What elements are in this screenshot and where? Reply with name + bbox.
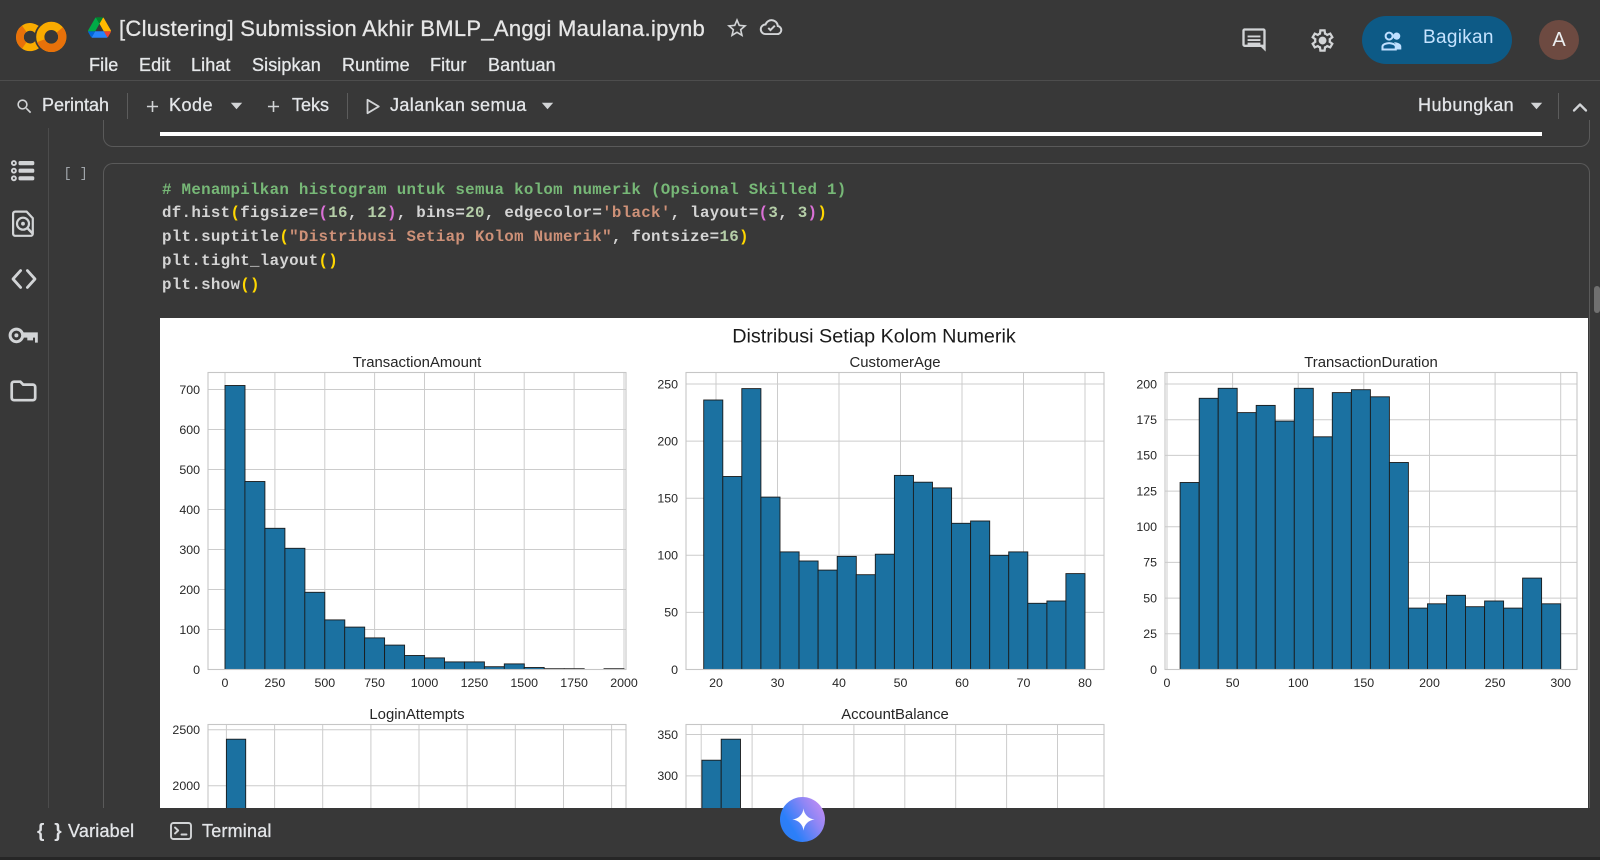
svg-text:200: 200 <box>1419 676 1440 690</box>
svg-text:70: 70 <box>1017 676 1031 690</box>
svg-text:100: 100 <box>657 549 678 563</box>
svg-text:100: 100 <box>1136 520 1157 534</box>
svg-text:600: 600 <box>179 423 200 437</box>
svg-text:50: 50 <box>664 606 678 620</box>
svg-text:75: 75 <box>1143 556 1157 570</box>
svg-text:300: 300 <box>179 543 200 557</box>
svg-text:0: 0 <box>1150 663 1157 677</box>
svg-text:LoginAttempts: LoginAttempts <box>369 707 464 723</box>
svg-text:Distribusi Setiap Kolom Numeri: Distribusi Setiap Kolom Numerik <box>732 326 1016 348</box>
svg-text:TransactionAmount: TransactionAmount <box>353 355 482 371</box>
svg-text:350: 350 <box>657 728 678 742</box>
svg-text:50: 50 <box>1226 676 1240 690</box>
svg-text:175: 175 <box>1136 413 1157 427</box>
svg-text:40: 40 <box>832 676 846 690</box>
svg-text:AccountBalance: AccountBalance <box>841 707 949 723</box>
svg-text:700: 700 <box>179 383 200 397</box>
svg-text:100: 100 <box>179 623 200 637</box>
svg-text:CustomerAge: CustomerAge <box>849 355 940 371</box>
svg-text:1500: 1500 <box>510 676 538 690</box>
svg-text:50: 50 <box>1143 591 1157 605</box>
svg-text:60: 60 <box>955 676 969 690</box>
svg-text:150: 150 <box>1136 449 1157 463</box>
svg-text:500: 500 <box>314 676 335 690</box>
svg-text:125: 125 <box>1136 484 1157 498</box>
svg-text:300: 300 <box>657 769 678 783</box>
svg-text:2000: 2000 <box>610 676 638 690</box>
svg-text:200: 200 <box>179 583 200 597</box>
svg-text:100: 100 <box>1288 676 1309 690</box>
svg-text:0: 0 <box>1164 676 1171 690</box>
svg-text:250: 250 <box>657 377 678 391</box>
svg-text:750: 750 <box>364 676 385 690</box>
svg-text:150: 150 <box>1353 676 1374 690</box>
svg-text:300: 300 <box>1550 676 1571 690</box>
svg-text:TransactionDuration: TransactionDuration <box>1304 355 1438 371</box>
svg-text:0: 0 <box>222 676 229 690</box>
svg-text:25: 25 <box>1143 627 1157 641</box>
svg-text:250: 250 <box>265 676 286 690</box>
svg-text:0: 0 <box>193 663 200 677</box>
svg-text:200: 200 <box>657 434 678 448</box>
svg-text:1750: 1750 <box>560 676 588 690</box>
svg-text:50: 50 <box>894 676 908 690</box>
svg-text:0: 0 <box>671 663 678 677</box>
svg-text:2000: 2000 <box>172 779 200 793</box>
svg-text:2500: 2500 <box>172 723 200 737</box>
svg-text:500: 500 <box>179 463 200 477</box>
svg-text:1250: 1250 <box>461 676 489 690</box>
svg-text:20: 20 <box>709 676 723 690</box>
svg-text:30: 30 <box>771 676 785 690</box>
svg-text:400: 400 <box>179 503 200 517</box>
svg-text:200: 200 <box>1136 377 1157 391</box>
svg-text:250: 250 <box>1485 676 1506 690</box>
svg-text:1000: 1000 <box>411 676 439 690</box>
svg-text:80: 80 <box>1078 676 1092 690</box>
svg-text:150: 150 <box>657 492 678 506</box>
